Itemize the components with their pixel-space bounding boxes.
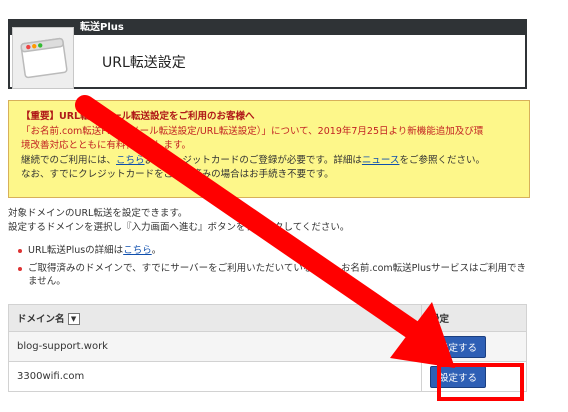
intro-line: 対象ドメインのURL転送を設定できます。 <box>8 208 188 219</box>
notice-text: をご参照ください。 <box>399 154 485 166</box>
list-item-text: 。 <box>151 245 162 256</box>
setting-column-header: 設定 <box>421 304 527 332</box>
notice-text: なお、すでにクレジットカードをご登録済みの場合はお手続き不要です。 <box>21 169 334 180</box>
page-title: URL転送設定 <box>102 55 186 71</box>
list-item: URL転送Plusの詳細はこちら。 <box>18 244 528 258</box>
notice-heading: 【重要】URL転送/メール転送設定をご利用のお客様へ <box>21 111 255 122</box>
notice-text: 継続でのご利用には、 <box>21 154 117 166</box>
info-list: URL転送Plusの詳細はこちら。 ご取得済みのドメインで、すでにサーバーをご利… <box>18 244 528 293</box>
details-link[interactable]: こちら <box>123 245 152 256</box>
notice-text: よりクレジットカードのご登録が必要です。詳細は <box>144 154 362 166</box>
news-link[interactable]: ニュース <box>362 155 400 166</box>
service-tag: 転送Plus <box>10 21 525 35</box>
configure-button[interactable]: 設定する <box>430 335 487 358</box>
sort-down-icon[interactable]: ▼ <box>67 313 80 326</box>
domain-column-label: ドメイン名 <box>17 313 65 325</box>
notice-text: 「お名前.com転送Plus（メール転送設定/URL転送設定）」について、201… <box>21 125 484 137</box>
domain-cell: blog-support.work <box>8 331 422 362</box>
table-row: blog-support.work 設定する <box>8 331 527 362</box>
important-notice: 【重要】URL転送/メール転送設定をご利用のお客様へ 「お名前.com転送Plu… <box>8 100 530 198</box>
browser-window-icon <box>12 27 74 89</box>
list-item: ご取得済みのドメインで、すでにサーバーをご利用いただいている場合、お名前.com… <box>18 262 528 289</box>
page-header: 転送Plus URL転送設定 <box>8 19 527 89</box>
intro-text: 対象ドメインのURL転送を設定できます。 設定するドメインを選択し『入力画面へ進… <box>8 207 349 235</box>
setting-cell: 設定する <box>421 331 527 362</box>
domain-column-header[interactable]: ドメイン名 ▼ <box>8 304 422 332</box>
annotation-highlight-box <box>437 363 524 401</box>
domain-cell: 3300wifi.com <box>8 361 422 392</box>
list-item-text: URL転送Plusの詳細は <box>28 245 124 256</box>
notice-text: 境改善対応とともに有料化いたします。 <box>21 140 192 151</box>
intro-line: 設定するドメインを選択し『入力画面へ進む』ボタンをクリックしてください。 <box>8 222 350 233</box>
here-link[interactable]: こちら <box>116 155 145 166</box>
